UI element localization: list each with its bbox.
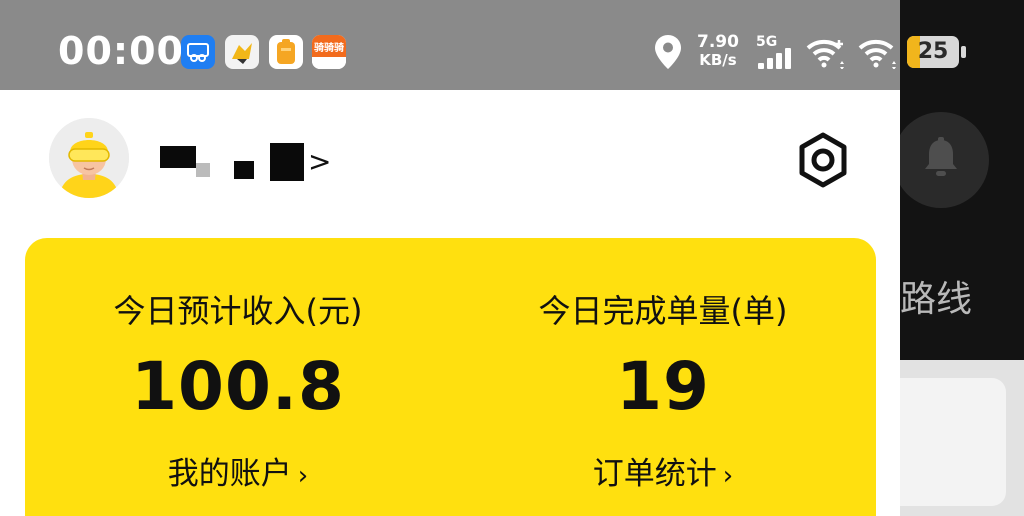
side-drawer: > 今日预计收入(元) 100.8 我的账户 › 今日完成单量(单) 19 订单统… xyxy=(0,90,900,516)
battery-level: 25 xyxy=(917,39,949,64)
order-stats-label: 订单统计 xyxy=(592,456,717,492)
settings-button[interactable] xyxy=(795,132,851,192)
speed-value: 7.90 xyxy=(697,32,739,52)
chevron-right-icon: › xyxy=(722,461,734,491)
network-speed: 7.90 KB/s xyxy=(697,33,739,69)
location-icon xyxy=(654,34,682,74)
orange-app-icon xyxy=(269,35,303,69)
earnings-card: 今日预计收入(元) 100.8 我的账户 › 今日完成单量(单) 19 订单统计 › xyxy=(25,238,876,516)
battery-tip xyxy=(961,46,966,58)
redacted-name-block xyxy=(270,143,304,181)
bird-app-icon xyxy=(225,35,259,69)
redacted-name-block xyxy=(234,161,254,179)
orders-value: 19 xyxy=(616,348,710,425)
status-bar: 00:00 骑骑骑 7.90 KB/s 5G xyxy=(0,0,900,90)
my-account-label: 我的账户 xyxy=(167,456,292,492)
avatar[interactable] xyxy=(49,118,129,198)
cellular-signal-icon xyxy=(757,48,795,74)
chevron-right-icon: › xyxy=(297,461,309,491)
delivery-app-icon-text: 骑骑骑 xyxy=(314,42,344,54)
bell-icon xyxy=(921,136,961,184)
gear-icon xyxy=(796,132,850,192)
background-card xyxy=(900,378,1006,506)
battery-indicator: 25 xyxy=(907,36,959,68)
wifi-plus-icon xyxy=(806,37,846,73)
notification-button[interactable] xyxy=(893,112,989,208)
screenshot-app-icon xyxy=(181,35,215,69)
redacted-name-block xyxy=(196,163,210,177)
status-time: 00:00 xyxy=(58,29,184,73)
rider-avatar-icon xyxy=(49,118,129,198)
speed-unit: KB/s xyxy=(699,51,737,69)
my-account-link[interactable]: 我的账户 › xyxy=(25,448,451,493)
delivery-app-icon: 骑骑骑 xyxy=(312,35,346,69)
income-label: 今日预计收入(元) xyxy=(113,292,363,330)
order-stats-link[interactable]: 订单统计 › xyxy=(450,448,876,493)
route-label[interactable]: 路线 xyxy=(900,270,972,322)
orders-label: 今日完成单量(单) xyxy=(538,292,788,330)
redacted-name-block xyxy=(160,146,196,168)
username[interactable]: > xyxy=(160,142,331,182)
wifi-icon xyxy=(858,37,898,73)
income-value: 100.8 xyxy=(131,348,345,425)
profile-chevron: > xyxy=(308,145,332,178)
